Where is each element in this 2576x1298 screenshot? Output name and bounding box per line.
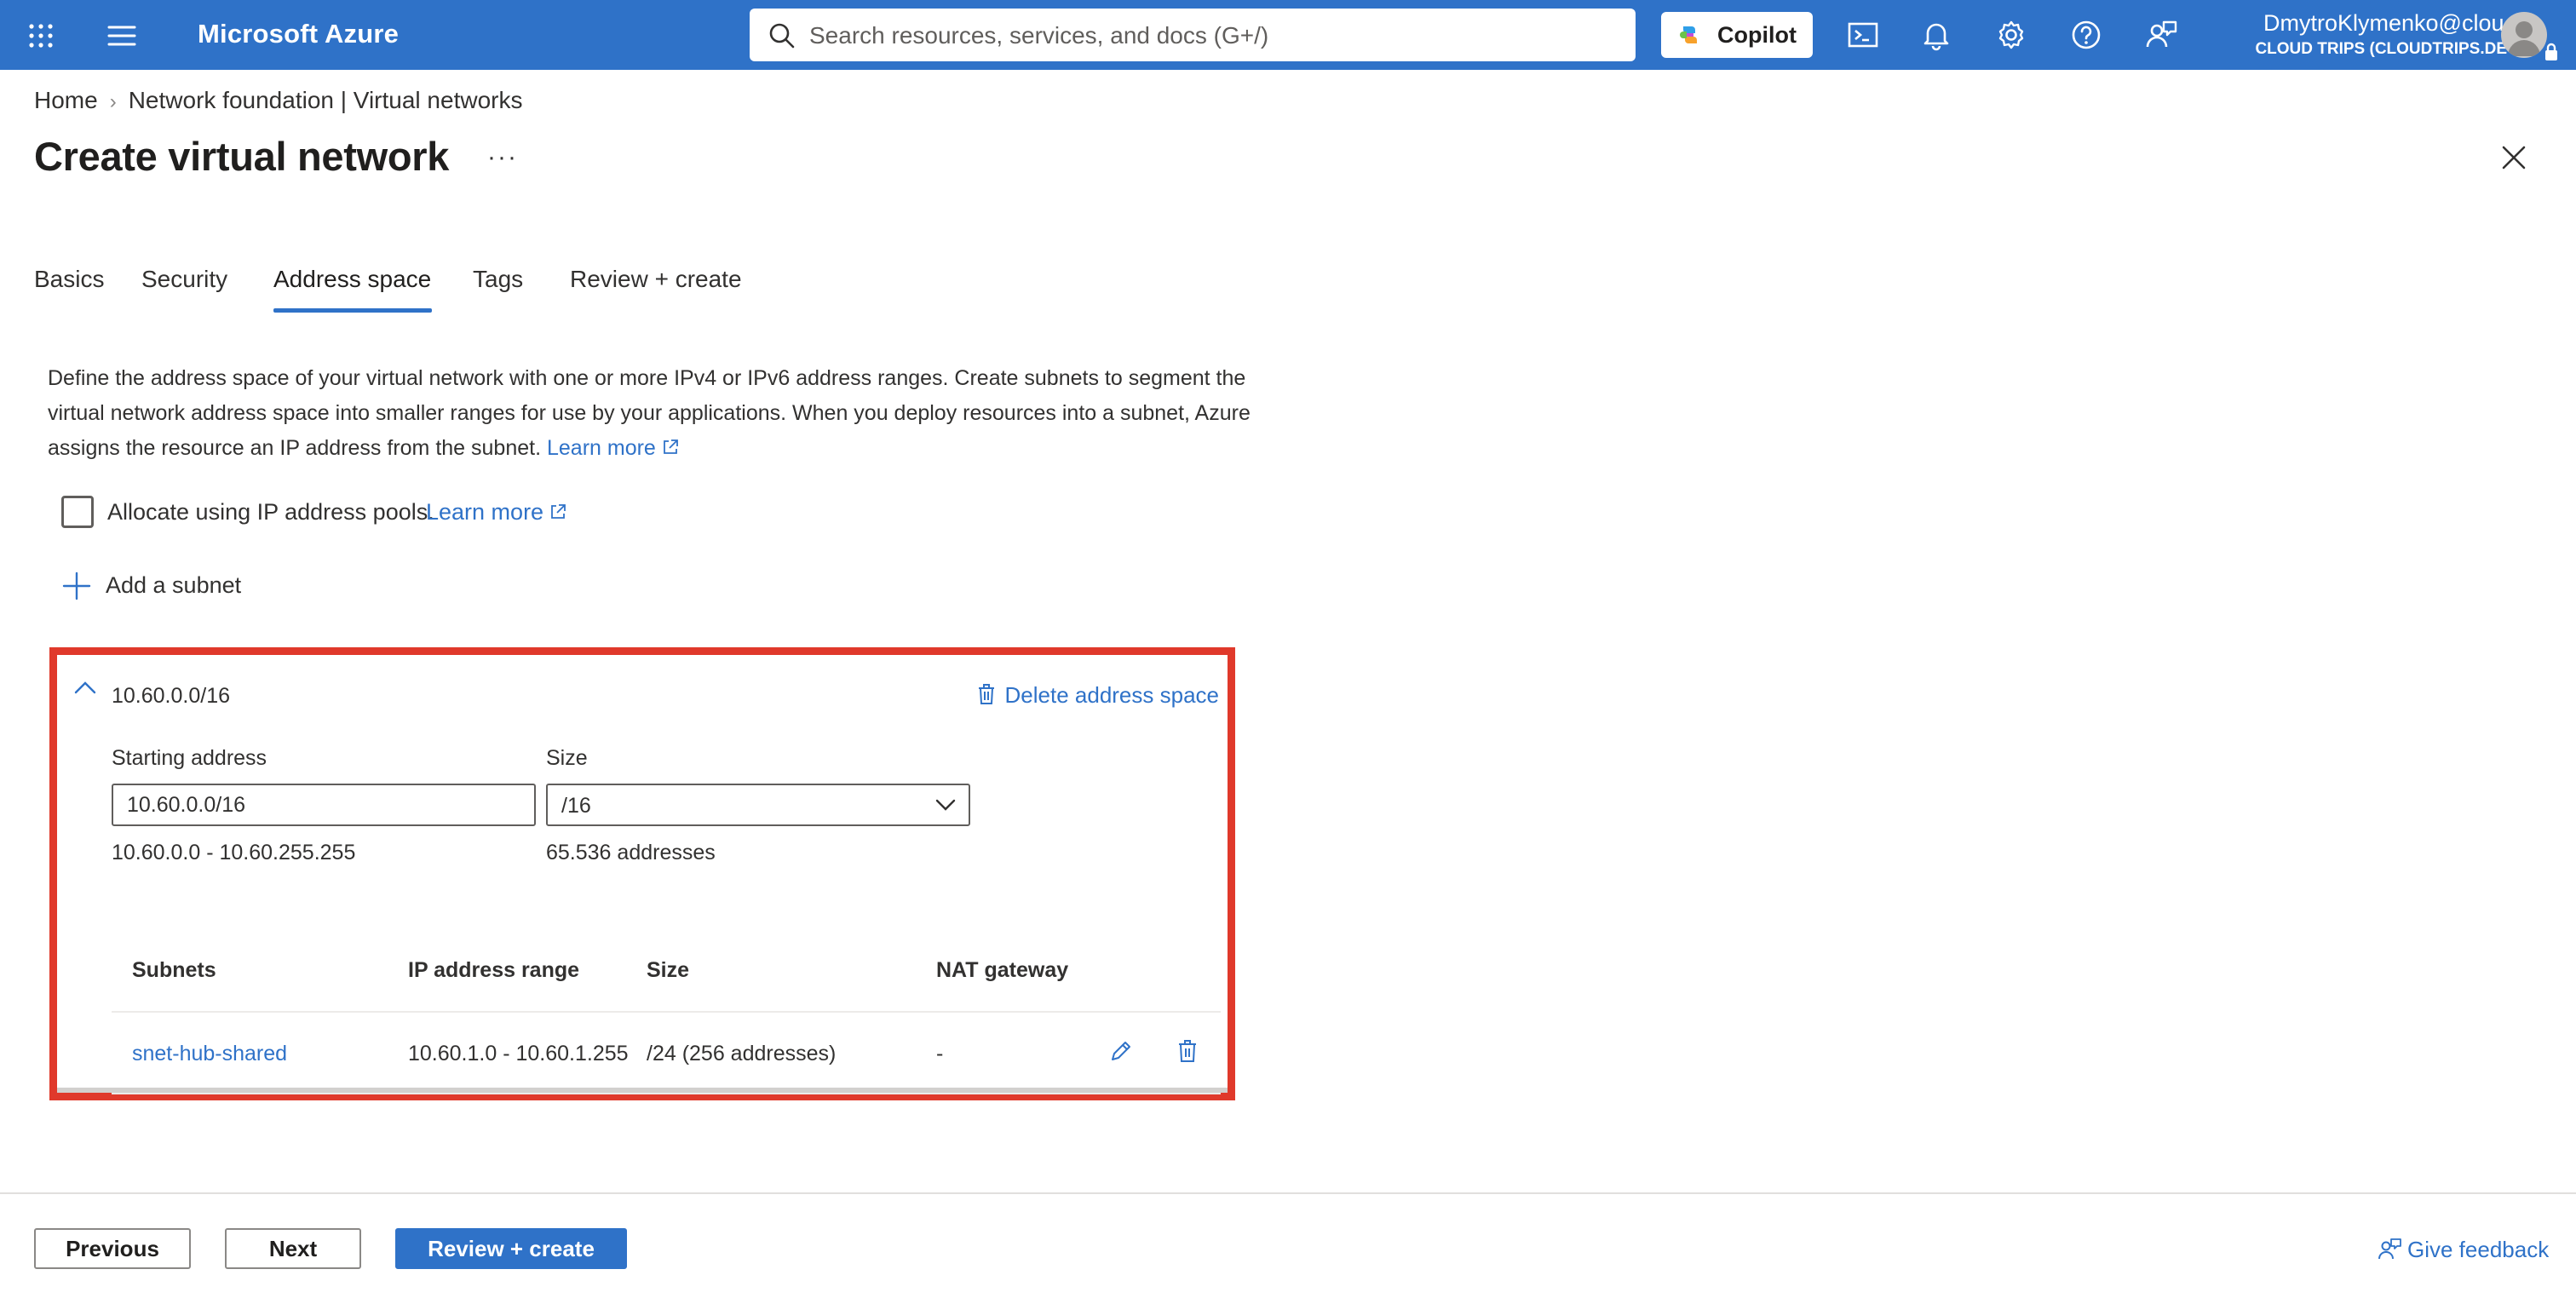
- more-options-button[interactable]: ···: [487, 143, 518, 172]
- allocate-learn-more[interactable]: Learn more: [426, 499, 567, 526]
- external-link-icon: [549, 501, 567, 520]
- breadcrumb: Home › Network foundation | Virtual networ…: [34, 87, 522, 114]
- horizontal-scrollbar[interactable]: [57, 1088, 1228, 1093]
- give-feedback-label: Give feedback: [2407, 1237, 2550, 1262]
- user-tenant: CLOUD TRIPS (CLOUDTRIPS.DEV): [2255, 40, 2523, 58]
- edit-pencil-icon[interactable]: [1108, 1038, 1134, 1064]
- breadcrumb-separator: ›: [109, 90, 117, 113]
- page-title: Create virtual network: [34, 134, 450, 179]
- breadcrumb-virtual-networks[interactable]: Network foundation | Virtual networks: [129, 87, 523, 113]
- trash-icon: [976, 682, 997, 706]
- subnet-size: /24 (256 addresses): [647, 1042, 837, 1065]
- tab-basics[interactable]: Basics: [34, 266, 104, 305]
- next-button[interactable]: Next: [225, 1228, 361, 1269]
- delete-subnet-trash-icon[interactable]: [1176, 1038, 1199, 1064]
- delete-address-space-label: Delete address space: [1004, 682, 1219, 708]
- help-icon[interactable]: [2068, 17, 2104, 53]
- plus-icon: [61, 571, 92, 601]
- table-row-divider: [112, 1093, 1221, 1094]
- starting-address-label: Starting address: [112, 746, 267, 770]
- brand-title[interactable]: Microsoft Azure: [198, 19, 399, 49]
- add-subnet-label: Add a subnet: [106, 572, 242, 598]
- chevron-up-icon[interactable]: [72, 679, 98, 696]
- learn-more-link[interactable]: Learn more: [547, 436, 656, 460]
- size-dropdown-value: /16: [561, 794, 591, 818]
- tab-tags[interactable]: Tags: [473, 266, 523, 305]
- close-icon[interactable]: [2499, 143, 2528, 172]
- tab-security[interactable]: Security: [141, 266, 227, 305]
- cloud-shell-icon[interactable]: [1845, 17, 1881, 53]
- address-space-card: 10.60.0.0/16 Delete address space Starti…: [49, 647, 1235, 1100]
- previous-button[interactable]: Previous: [34, 1228, 191, 1269]
- subnet-nat-gateway: -: [936, 1042, 944, 1065]
- copilot-icon: [1678, 23, 1702, 47]
- lock-icon: [2544, 43, 2559, 61]
- address-count-text: 65.536 addresses: [546, 841, 716, 864]
- footer-divider: [0, 1192, 2576, 1194]
- avatar[interactable]: [2501, 12, 2547, 58]
- search-placeholder: Search resources, services, and docs (G+…: [809, 22, 1269, 49]
- address-range-text: 10.60.0.0 - 10.60.255.255: [112, 841, 356, 864]
- notifications-icon[interactable]: [1918, 17, 1954, 53]
- feedback-icon: [2377, 1237, 2402, 1262]
- size-dropdown[interactable]: /16: [546, 784, 970, 826]
- user-name: DmytroKlymenko@clou...: [2263, 10, 2523, 36]
- delete-address-space-button[interactable]: Delete address space: [976, 682, 1219, 711]
- review-create-button[interactable]: Review + create: [395, 1228, 627, 1269]
- subnet-ip-range: 10.60.1.0 - 10.60.1.255: [408, 1042, 629, 1065]
- address-space-cidr: 10.60.0.0/16: [112, 684, 231, 708]
- tab-review-create[interactable]: Review + create: [570, 266, 742, 305]
- copilot-button[interactable]: Copilot: [1661, 12, 1813, 58]
- table-header-divider: [112, 1011, 1221, 1013]
- column-header-ip-range: IP address range: [408, 958, 580, 982]
- copilot-label: Copilot: [1717, 22, 1797, 48]
- feedback-person-icon[interactable]: [2143, 17, 2179, 53]
- allocate-ip-pools-checkbox[interactable]: [61, 496, 94, 528]
- subnet-name-link[interactable]: snet-hub-shared: [132, 1042, 287, 1066]
- global-search[interactable]: Search resources, services, and docs (G+…: [750, 9, 1636, 61]
- app-launcher-icon[interactable]: [26, 20, 56, 51]
- allocate-ip-pools-label: Allocate using IP address pools.: [107, 499, 434, 525]
- allocate-learn-more-link[interactable]: Learn more: [426, 499, 543, 525]
- external-link-icon: [661, 433, 680, 454]
- column-header-nat-gateway: NAT gateway: [936, 958, 1069, 982]
- account-menu[interactable]: DmytroKlymenko@clou... CLOUD TRIPS (CLOU…: [2208, 10, 2523, 59]
- top-bar: Microsoft Azure Search resources, servic…: [0, 0, 2576, 70]
- search-icon: [768, 22, 796, 49]
- chevron-down-icon: [934, 797, 957, 813]
- give-feedback-link[interactable]: Give feedback: [2377, 1237, 2549, 1263]
- column-header-subnets: Subnets: [132, 958, 216, 982]
- tab-address-space[interactable]: Address space: [273, 266, 431, 305]
- size-label: Size: [546, 746, 588, 770]
- breadcrumb-home[interactable]: Home: [34, 87, 98, 113]
- active-tab-indicator: [273, 308, 432, 313]
- hamburger-menu-icon[interactable]: [107, 24, 136, 48]
- column-header-size: Size: [647, 958, 690, 982]
- address-space-description: Define the address space of your virtual…: [48, 361, 1257, 466]
- settings-gear-icon[interactable]: [1993, 17, 2029, 53]
- starting-address-input[interactable]: [112, 784, 536, 826]
